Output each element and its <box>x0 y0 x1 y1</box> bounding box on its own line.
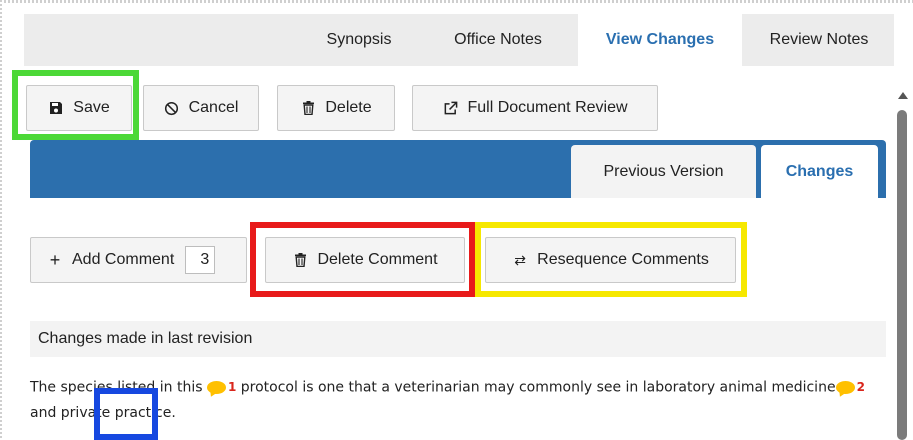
comment-bubble-icon <box>206 381 226 394</box>
frame-top-border <box>0 0 913 3</box>
comment-marker-1[interactable]: 1 <box>206 375 236 400</box>
tab-office-notes[interactable]: Office Notes <box>418 14 578 66</box>
change-text-part-2: protocol is one that a veterinarian may … <box>236 379 836 396</box>
scroll-up-arrow-icon[interactable] <box>898 92 908 99</box>
external-link-icon <box>442 100 458 116</box>
comment-bubble-icon <box>835 381 855 394</box>
tab-view-changes[interactable]: View Changes <box>578 14 742 66</box>
ban-icon <box>164 100 180 116</box>
trash-icon <box>300 100 316 116</box>
change-text-part-3: and private practice. <box>30 404 176 421</box>
delete-button-label: Delete <box>325 99 372 116</box>
trash-icon <box>292 252 308 268</box>
full-document-review-label: Full Document Review <box>467 99 628 116</box>
resequence-comments-label: Resequence Comments <box>537 251 709 268</box>
add-comment-label: Add Comment <box>72 251 175 268</box>
resequence-comments-button[interactable]: ⇄ Resequence Comments <box>485 237 736 283</box>
floppy-disk-icon <box>48 100 64 116</box>
cancel-button[interactable]: Cancel <box>143 85 259 131</box>
comment-count-input[interactable]: 3 <box>185 246 216 274</box>
add-comment-button[interactable]: + Add Comment 3 <box>30 237 247 283</box>
save-button[interactable]: Save <box>26 85 132 131</box>
section-header-band <box>30 140 886 198</box>
top-tab-bar: Synopsis Office Notes View Changes Revie… <box>24 14 894 66</box>
comment-marker-2[interactable]: 2 <box>835 375 865 400</box>
changes-section-header: Changes made in last revision <box>30 321 886 357</box>
plus-icon: + <box>49 250 61 270</box>
cancel-button-label: Cancel <box>188 99 239 116</box>
tab-previous-version[interactable]: Previous Version <box>571 145 756 198</box>
tab-review-notes[interactable]: Review Notes <box>744 14 894 66</box>
change-text: The species listed in this 1 protocol is… <box>30 375 890 426</box>
save-button-label: Save <box>73 99 110 116</box>
delete-button[interactable]: Delete <box>277 85 395 131</box>
scrollbar-thumb[interactable] <box>897 110 907 440</box>
frame-left-border <box>0 0 2 440</box>
tab-synopsis[interactable]: Synopsis <box>300 14 418 66</box>
change-text-part-1: The species listed in this <box>30 379 207 396</box>
comment-number-2: 2 <box>856 380 865 394</box>
full-document-review-button[interactable]: Full Document Review <box>412 85 658 131</box>
delete-comment-label: Delete Comment <box>317 251 438 268</box>
swap-arrows-icon: ⇄ <box>514 252 527 268</box>
tab-changes[interactable]: Changes <box>761 145 878 198</box>
delete-comment-button[interactable]: Delete Comment <box>265 237 465 283</box>
